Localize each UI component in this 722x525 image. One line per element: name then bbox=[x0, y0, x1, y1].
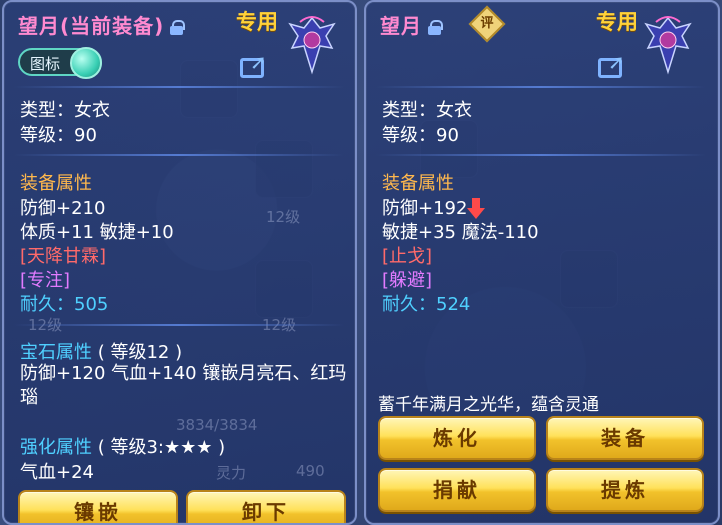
lock-icon[interactable] bbox=[428, 20, 443, 35]
extract-button[interactable]: 提炼 bbox=[546, 468, 704, 512]
down-arrow-icon bbox=[467, 198, 486, 220]
attr-row: 防御+192 bbox=[382, 194, 486, 220]
bg-level-tag: 12级 bbox=[266, 208, 301, 226]
divider bbox=[14, 324, 344, 326]
bg-stat-fragment: 3834/3834 bbox=[176, 416, 258, 434]
durability: 耐久：524 bbox=[382, 290, 470, 316]
toggle-label: 图标 bbox=[30, 55, 61, 73]
level-line: 等级：90 bbox=[20, 125, 97, 146]
emblem-icon bbox=[288, 16, 336, 75]
item-name: 望月 bbox=[380, 14, 422, 38]
type-line: 类型：女衣 bbox=[382, 100, 472, 121]
attr-line: 防御+192 bbox=[382, 198, 468, 219]
attr-line: 防御+210 bbox=[20, 198, 106, 219]
attr-line: 体质+11 敏捷+10 bbox=[20, 222, 174, 243]
attr-line: 敏捷+35 魔法-110 bbox=[382, 222, 539, 243]
type-line: 类型：女衣 bbox=[20, 100, 110, 121]
gem-header-row: 宝石属性 ( 等级12 ) bbox=[20, 338, 182, 364]
divider bbox=[376, 154, 706, 156]
donate-button[interactable]: 捐献 bbox=[378, 468, 536, 512]
durability: 耐久：505 bbox=[20, 290, 108, 316]
special-effect: [止戈] bbox=[382, 246, 433, 267]
durability-value: 524 bbox=[436, 294, 471, 315]
durability-value: 505 bbox=[74, 294, 109, 315]
lock-icon[interactable] bbox=[170, 20, 186, 35]
divider bbox=[376, 86, 706, 88]
icon-toggle[interactable]: 图标 bbox=[18, 47, 102, 79]
share-icon[interactable]: ➚ bbox=[598, 48, 630, 78]
exclusive-badge: 专用 bbox=[596, 10, 638, 34]
unequip-button[interactable]: 卸下 bbox=[186, 490, 346, 523]
item-title: 望月 bbox=[380, 10, 443, 39]
bg-stat-fragment: 灵力 bbox=[216, 464, 247, 482]
attr-header: 装备属性 bbox=[20, 173, 92, 194]
divider bbox=[14, 86, 344, 88]
enhance-line: 气血+24 bbox=[20, 462, 94, 483]
gem-level: ( 等级12 ) bbox=[97, 342, 183, 363]
emblem-icon bbox=[644, 16, 692, 75]
durability-label: 耐久： bbox=[382, 294, 436, 315]
bg-stat-fragment: 490 bbox=[296, 462, 325, 480]
current-equipment-panel: 12级 12级 12级 3834/3834 灵力 490 望月(当前装备) 专用… bbox=[2, 0, 357, 525]
compare-equipment-panel: 望月 评 专用 ➚ 类型：女衣 等级：90 装备属性 防御+192 敏捷+35 … bbox=[364, 0, 720, 525]
refine-button[interactable]: 炼化 bbox=[378, 416, 536, 460]
toggle-knob[interactable] bbox=[70, 47, 102, 79]
divider bbox=[14, 154, 344, 156]
item-description: 蓄千年满月之光华，蕴含灵通 bbox=[378, 395, 599, 415]
level-line: 等级：90 bbox=[382, 125, 459, 146]
attr-header: 装备属性 bbox=[382, 173, 454, 194]
special-skill: [躲避] bbox=[382, 270, 433, 291]
enhance-header: 强化属性 bbox=[20, 437, 92, 458]
item-title: 望月(当前装备) bbox=[18, 10, 186, 39]
special-skill: [专注] bbox=[20, 270, 71, 291]
enhance-header-row: 强化属性 ( 等级3:★★★ ) bbox=[20, 433, 225, 459]
rate-badge-icon[interactable]: 评 bbox=[468, 5, 506, 43]
gem-header: 宝石属性 bbox=[20, 342, 92, 363]
enhance-level: ( 等级3:★★★ ) bbox=[97, 437, 226, 458]
equipped-label: (当前装备) bbox=[60, 14, 165, 38]
item-name: 望月 bbox=[18, 14, 60, 38]
durability-label: 耐久： bbox=[20, 294, 74, 315]
equip-button[interactable]: 装备 bbox=[546, 416, 704, 460]
gem-line: 防御+120 气血+140 镶嵌月亮石、红玛瑙 bbox=[20, 363, 347, 408]
inlay-button[interactable]: 镶嵌 bbox=[18, 490, 178, 523]
exclusive-badge: 专用 bbox=[236, 10, 278, 34]
share-icon[interactable]: ➚ bbox=[240, 48, 272, 78]
special-effect: [天降甘霖] bbox=[20, 246, 107, 267]
